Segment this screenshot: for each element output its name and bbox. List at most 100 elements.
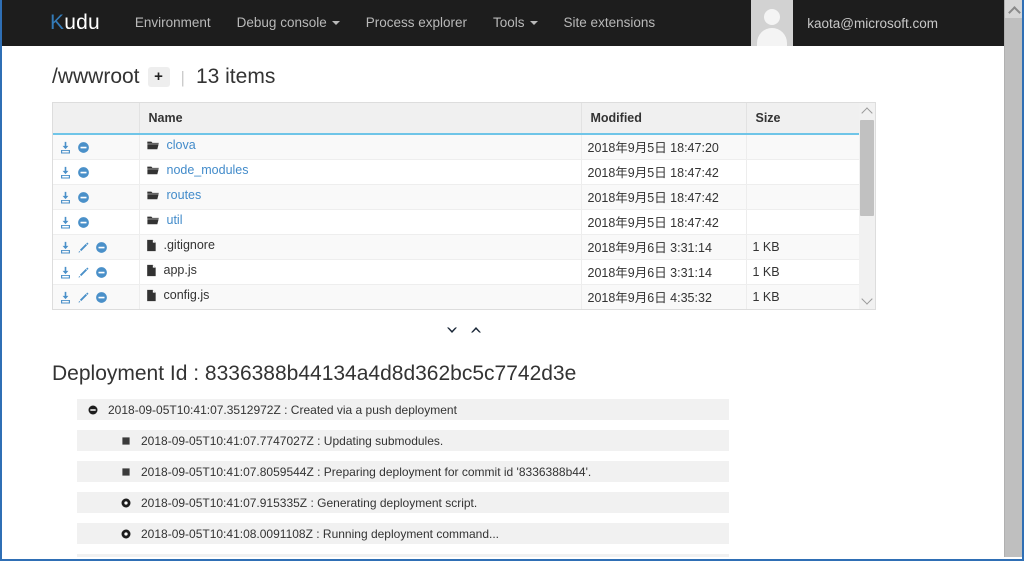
delete-icon[interactable] [95,291,108,304]
row-actions-cell [53,209,140,235]
scroll-up-arrow-icon[interactable] [859,103,875,119]
nav-item-tools[interactable]: Tools [480,0,551,46]
column-header-modified[interactable]: Modified [581,103,747,135]
row-size-cell [746,159,860,185]
column-header-size[interactable]: Size [746,103,860,135]
table-row[interactable]: app.js 2018年9月6日 3:31:14 1 KB [53,259,860,285]
row-size-cell: 1 KB [746,284,860,309]
file-icon [146,239,157,255]
folder-icon [146,214,160,230]
list-item[interactable]: 2018-09-05T10:41:07.3512972Z : Created v… [77,399,729,420]
row-size-cell: 1 KB [746,234,860,260]
folder-icon [146,189,160,205]
row-name-cell: config.js [139,284,582,309]
top-navbar: Kudu Environment Debug console Process e… [2,0,1006,46]
log-row-gap [77,513,729,523]
nav-item-site-extensions-label: Site extensions [563,15,656,30]
download-icon[interactable] [59,241,72,254]
nav-item-process-explorer-label: Process explorer [365,15,468,30]
panel-toggle-chevrons [52,322,876,342]
delete-icon[interactable] [77,216,90,229]
brand-rest: udu [64,11,100,34]
log-entry-text: 2018-09-05T10:41:07.8059544Z : Preparing… [141,464,592,479]
row-modified-cell: 2018年9月5日 18:47:42 [581,184,747,210]
edit-icon[interactable] [77,266,90,279]
file-table-header: Name Modified Size [53,103,860,135]
browser-vertical-scrollbar[interactable] [1004,0,1022,557]
log-entry-text: 2018-09-05T10:41:07.3512972Z : Created v… [108,402,457,417]
row-actions-cell [53,184,140,210]
delete-icon[interactable] [77,166,90,179]
square-icon [118,467,134,476]
table-row[interactable]: routes 2018年9月5日 18:47:42 [53,184,860,210]
download-icon[interactable] [59,166,72,179]
folder-name-link[interactable]: util [167,213,183,227]
list-item[interactable]: 2018-09-05T10:41:07.8059544Z : Preparing… [77,461,729,482]
nav-item-site-extensions[interactable]: Site extensions [551,0,669,46]
list-item[interactable]: 2018-09-05T10:41:09.5717098Z : Running p… [77,554,729,557]
nav-item-environment-label: Environment [134,15,211,30]
column-header-actions[interactable] [53,103,140,135]
nav-item-environment[interactable]: Environment [122,0,224,46]
navbar-links-group: Kudu Environment Debug console Process e… [2,0,668,46]
scroll-up-arrow-icon[interactable] [1005,0,1022,18]
file-name-label: config.js [163,288,210,302]
folder-name-link[interactable]: node_modules [167,163,249,177]
folder-name-link[interactable]: routes [167,188,202,202]
nav-item-process-explorer[interactable]: Process explorer [353,0,480,46]
log-entry-text: 2018-09-05T10:41:07.7747027Z : Updating … [141,433,444,448]
folder-name-link[interactable]: clova [167,138,196,152]
list-item[interactable]: 2018-09-05T10:41:08.0091108Z : Running d… [77,523,729,544]
log-entry-text: 2018-09-05T10:41:08.0091108Z : Running d… [141,526,500,541]
log-entry-text: 2018-09-05T10:41:07.915335Z : Generating… [141,495,478,510]
page-scroll-area: Kudu Environment Debug console Process e… [2,0,1006,557]
row-modified-cell: 2018年9月6日 3:31:14 [581,234,747,260]
scrollbar-thumb[interactable] [860,120,874,216]
download-icon[interactable] [59,191,72,204]
browser-window: Kudu Environment Debug console Process e… [0,0,1024,561]
item-count-label: 13 items [195,65,276,88]
row-name-cell: node_modules [139,159,582,185]
path-header: /wwwroot + | 13 items [52,65,1006,89]
chevron-up-icon[interactable] [468,322,484,342]
square-icon [118,436,134,445]
download-icon[interactable] [59,291,72,304]
row-name-cell: util [139,209,582,235]
table-row[interactable]: config.js 2018年9月6日 4:35:32 1 KB [53,284,860,309]
user-avatar-icon [751,0,794,46]
chevron-down-icon [331,21,340,25]
row-modified-cell: 2018年9月5日 18:47:42 [581,209,747,235]
download-icon[interactable] [59,216,72,229]
table-row[interactable]: .gitignore 2018年9月6日 3:31:14 1 KB [53,234,860,260]
delete-icon[interactable] [77,191,90,204]
file-table-scrollbar[interactable] [859,103,875,309]
edit-icon[interactable] [77,241,90,254]
file-icon [146,264,157,280]
file-table-body: clova 2018年9月5日 18:47:20 node_modules 2018年… [53,134,860,309]
table-row[interactable]: util 2018年9月5日 18:47:42 [53,209,860,235]
scroll-down-arrow-icon[interactable] [859,293,875,309]
user-account-area[interactable]: kaota@microsoft.com [751,0,988,46]
kudu-brand-logo[interactable]: Kudu [50,11,100,35]
download-icon[interactable] [59,266,72,279]
chevron-down-icon [529,21,538,25]
add-item-button[interactable]: + [147,66,170,87]
table-row[interactable]: clova 2018年9月5日 18:47:20 [53,134,860,160]
column-header-name[interactable]: Name [139,103,582,135]
nav-item-debug-console[interactable]: Debug console [224,0,353,46]
delete-icon[interactable] [95,266,108,279]
avatar-head-shape [764,9,781,25]
table-row[interactable]: node_modules 2018年9月5日 18:47:42 [53,159,860,185]
edit-icon[interactable] [77,291,90,304]
row-name-cell: clova [139,134,582,160]
row-actions-cell [53,134,140,160]
download-icon[interactable] [59,141,72,154]
list-item[interactable]: 2018-09-05T10:41:07.7747027Z : Updating … [77,430,729,451]
main-content: /wwwroot + | 13 items Name Modified Size… [2,65,1006,557]
circle-dot-icon [118,498,134,508]
delete-icon[interactable] [95,241,108,254]
delete-icon[interactable] [77,141,90,154]
chevron-down-icon[interactable] [444,322,460,342]
list-item[interactable]: 2018-09-05T10:41:07.915335Z : Generating… [77,492,729,513]
row-actions-cell [53,159,140,185]
